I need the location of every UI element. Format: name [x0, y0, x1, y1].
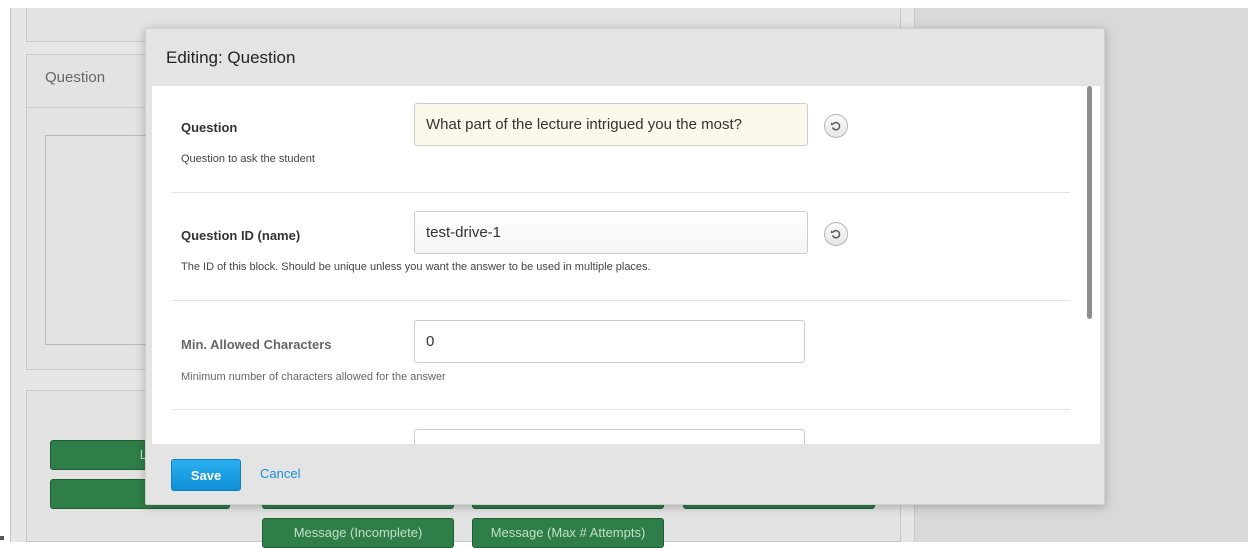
save-button[interactable]: Save — [171, 459, 241, 491]
modal-title: Editing: Question — [166, 48, 296, 67]
reset-question-button[interactable] — [824, 114, 848, 138]
question-id-help: The ID of this block. Should be unique u… — [181, 261, 651, 273]
background-message-max-attempts-button[interactable]: Message (Max # Attempts) — [472, 518, 664, 548]
question-help: Question to ask the student — [181, 153, 315, 165]
field-divider — [172, 192, 1070, 193]
field-divider — [172, 409, 1070, 410]
undo-icon — [830, 121, 841, 131]
undo-icon — [830, 229, 841, 239]
modal-footer: Save Cancel — [146, 444, 1104, 504]
next-field-input[interactable] — [414, 429, 805, 444]
scrollbar-thumb[interactable] — [1087, 86, 1092, 319]
cancel-link[interactable]: Cancel — [260, 466, 300, 481]
background-question-title: Question — [45, 69, 106, 86]
question-id-input[interactable] — [414, 211, 808, 254]
min-characters-label: Min. Allowed Characters — [181, 337, 332, 352]
question-id-label: Question ID (name) — [181, 228, 301, 243]
page-marker — [0, 536, 4, 540]
field-divider — [172, 300, 1070, 301]
question-label: Question — [181, 120, 238, 135]
background-message-incomplete-button[interactable]: Message (Incomplete) — [262, 518, 454, 548]
min-characters-input[interactable] — [414, 320, 805, 363]
modal-scrollbar[interactable] — [1087, 86, 1094, 444]
reset-question-id-button[interactable] — [824, 222, 848, 246]
question-input[interactable] — [414, 103, 808, 146]
edit-question-modal: Editing: Question Question Question to a… — [145, 28, 1105, 505]
modal-body[interactable]: Question Question to ask the student Que… — [152, 86, 1100, 444]
min-characters-help: Minimum number of characters allowed for… — [181, 371, 446, 383]
